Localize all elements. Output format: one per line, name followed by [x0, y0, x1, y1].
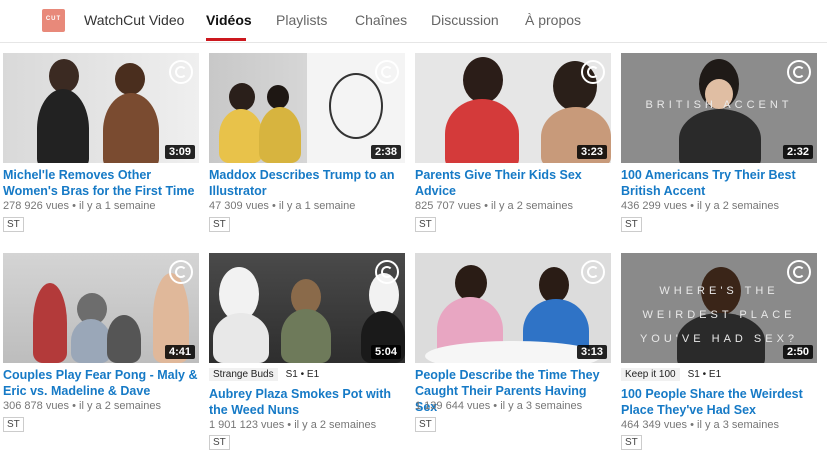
subtitles-badge: ST [415, 417, 436, 432]
video-meta: 1 901 123 vues • il y a 2 semaines [209, 419, 377, 431]
video-thumbnail[interactable]: BRITISH ACCENT 2:32 [621, 53, 817, 163]
upload-age: il y a 1 semaine [79, 200, 156, 212]
thumbnail-overlay-line: WHERE'S THE [659, 285, 779, 297]
video-duration: 3:23 [576, 145, 607, 159]
view-count: 306 878 vues [3, 400, 70, 412]
view-count: 464 349 vues [621, 419, 688, 431]
video-meta: 278 926 vues • il y a 1 semaine [3, 200, 156, 212]
video-duration: 2:38 [370, 145, 401, 159]
view-count: 278 926 vues [3, 200, 70, 212]
video-duration: 2:50 [782, 345, 813, 359]
upload-age: il y a 3 semaines [697, 419, 779, 431]
video-meta: 825 707 vues • il y a 2 semaines [415, 200, 573, 212]
view-count: 1 139 644 vues [415, 400, 491, 412]
logo-text: CUT [45, 16, 62, 22]
tab-about[interactable]: À propos [525, 12, 581, 28]
upload-age: il y a 2 semaines [491, 200, 573, 212]
tab-discussion[interactable]: Discussion [431, 12, 499, 28]
cut-logo-icon [375, 60, 399, 84]
video-duration: 2:32 [782, 145, 813, 159]
video-meta: 1 139 644 vues • il y a 3 semaines [415, 400, 583, 412]
video-thumbnail[interactable]: WHERE'S THE WEIRDEST PLACE YOU'VE HAD SE… [621, 253, 817, 363]
upload-age: il y a 2 semaines [697, 200, 779, 212]
video-meta: 464 349 vues • il y a 3 semaines [621, 419, 779, 431]
cut-logo-icon [169, 260, 193, 284]
cut-logo-icon [169, 60, 193, 84]
video-meta: 436 299 vues • il y a 2 semaines [621, 200, 779, 212]
channel-header: CUT WatchCut Video Vidéos Playlists Chaî… [0, 0, 827, 43]
upload-age: il y a 3 semaines [500, 400, 583, 412]
subtitles-badge: ST [621, 435, 642, 450]
cut-logo-icon [787, 260, 811, 284]
video-duration: 5:04 [370, 345, 401, 359]
active-tab-indicator [206, 38, 246, 41]
cut-logo-icon [581, 260, 605, 284]
episode-label: S1 • E1 [285, 369, 320, 380]
video-thumbnail[interactable]: 2:38 [209, 53, 405, 163]
upload-age: il y a 1 semaine [278, 200, 356, 212]
subtitles-badge: ST [3, 217, 24, 232]
tab-channels[interactable]: Chaînes [355, 12, 407, 28]
tab-videos[interactable]: Vidéos [206, 12, 252, 28]
cut-logo-icon [581, 60, 605, 84]
channel-logo[interactable]: CUT [42, 9, 65, 32]
subtitles-badge: ST [621, 217, 642, 232]
subtitles-badge: ST [209, 435, 230, 450]
video-meta: 306 878 vues • il y a 2 semaines [3, 400, 161, 412]
channel-name[interactable]: WatchCut Video [84, 12, 184, 28]
upload-age: il y a 2 semaines [294, 419, 377, 431]
video-thumbnail[interactable]: 3:23 [415, 53, 611, 163]
video-title[interactable]: Aubrey Plaza Smokes Pot with the Weed Nu… [209, 386, 405, 418]
tab-playlists[interactable]: Playlists [276, 12, 327, 28]
upload-age: il y a 2 semaines [79, 400, 161, 412]
video-title[interactable]: Michel'le Removes Other Women's Bras for… [3, 167, 199, 199]
video-thumbnail[interactable]: 3:09 [3, 53, 199, 163]
video-title[interactable]: Parents Give Their Kids Sex Advice [415, 167, 611, 199]
view-count: 825 707 vues [415, 200, 482, 212]
video-duration: 3:13 [576, 345, 607, 359]
video-meta: 47 309 vues • il y a 1 semaine [209, 200, 356, 212]
subtitles-badge: ST [3, 417, 24, 432]
thumbnail-overlay-text: BRITISH ACCENT [645, 99, 793, 111]
video-duration: 4:41 [164, 345, 195, 359]
view-count: 436 299 vues [621, 200, 688, 212]
cut-logo-icon [375, 260, 399, 284]
video-duration: 3:09 [164, 145, 195, 159]
view-count: 47 309 vues [209, 200, 269, 212]
video-thumbnail[interactable]: 4:41 [3, 253, 199, 363]
playlist-chip[interactable]: Keep it 100 [621, 368, 680, 381]
thumbnail-overlay-line: YOU'VE HAD SEX? [639, 333, 799, 345]
view-count: 1 901 123 vues [209, 419, 285, 431]
playlist-chip[interactable]: Strange Buds [209, 368, 278, 381]
video-title[interactable]: Couples Play Fear Pong - Maly & Eric vs.… [3, 367, 199, 399]
video-title[interactable]: Maddox Describes Trump to an Illustrator [209, 167, 405, 199]
subtitles-badge: ST [209, 217, 230, 232]
video-thumbnail[interactable]: 5:04 [209, 253, 405, 363]
thumbnail-overlay-line: WEIRDEST PLACE [642, 309, 796, 321]
video-thumbnail[interactable]: 3:13 [415, 253, 611, 363]
video-title[interactable]: 100 People Share the Weirdest Place They… [621, 386, 817, 418]
subtitles-badge: ST [415, 217, 436, 232]
playlist-info: Strange Buds S1 • E1 [209, 368, 320, 381]
episode-label: S1 • E1 [687, 369, 722, 380]
playlist-info: Keep it 100 S1 • E1 [621, 368, 722, 381]
cut-logo-icon [787, 60, 811, 84]
video-title[interactable]: 100 Americans Try Their Best British Acc… [621, 167, 817, 199]
